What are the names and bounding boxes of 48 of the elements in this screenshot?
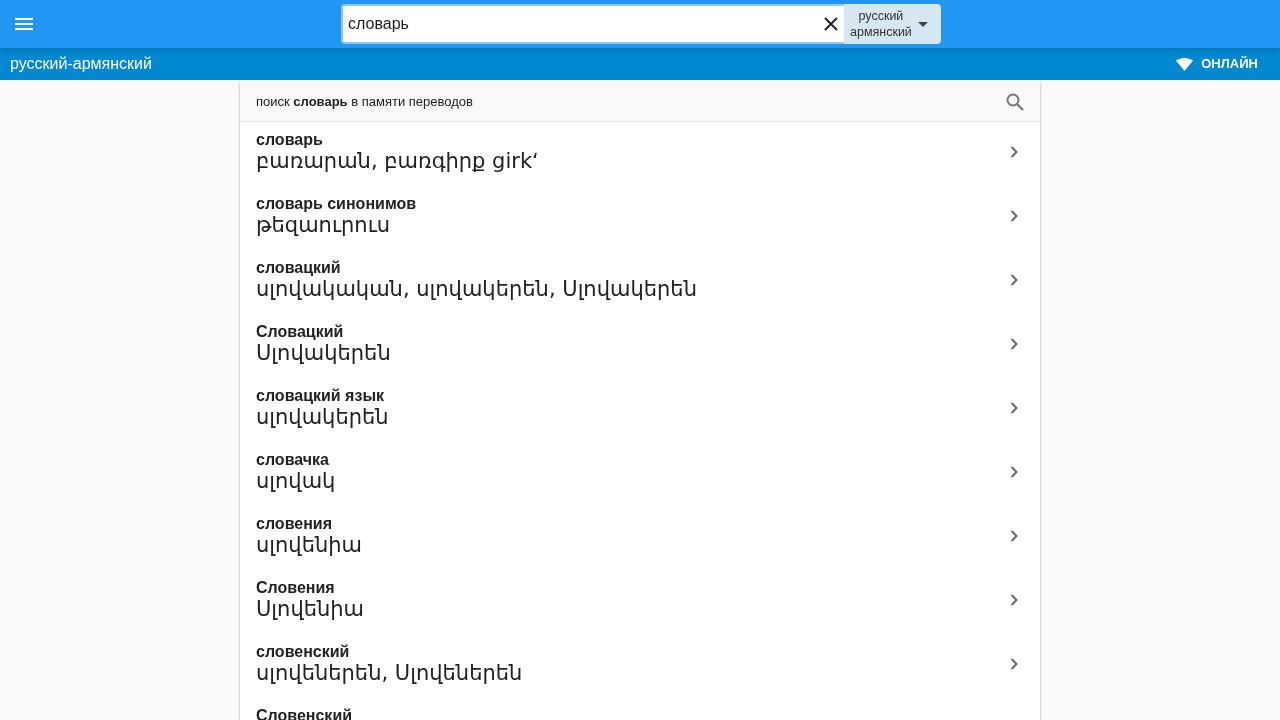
chevron-right-icon <box>1010 338 1018 350</box>
result-translation: սլովակ <box>256 468 336 494</box>
result-item[interactable]: словарь синонимов թեզաուրուս <box>240 186 1040 250</box>
chevron-right-icon <box>1010 466 1018 478</box>
result-item[interactable]: словацкий սլովակական, սլովակերեն, Սլովակերեն <box>240 250 1040 314</box>
search-field[interactable]: словарь <box>341 4 844 44</box>
caret-icon <box>917 21 928 27</box>
result-term: Словения <box>256 579 336 596</box>
result-translation: սլովեներեն, Սլովեներեն <box>256 660 523 686</box>
chevron-right-icon <box>1010 530 1018 542</box>
chevron-right-icon <box>1010 594 1018 606</box>
memory-search-text: поиск словарь в памяти переводов <box>256 92 473 111</box>
result-item[interactable]: словачка սլովակ <box>240 442 1040 506</box>
result-term: словарь синонимов <box>256 195 417 212</box>
result-translation: Սլովենիա <box>256 596 365 622</box>
result-item[interactable]: словения սլովենիա <box>240 506 1040 570</box>
result-term: Словацкий <box>256 323 345 340</box>
result-term: словачка <box>256 451 330 468</box>
chevron-right-icon <box>1010 210 1018 222</box>
chevron-right-icon <box>1010 658 1018 670</box>
result-translation: բառարան, բառգիրք girkʻ <box>256 148 539 174</box>
result-translation: սլովենիա <box>256 532 362 558</box>
memory-search-row[interactable]: поиск словарь в памяти переводов <box>240 82 1040 122</box>
wifi-icon <box>1176 57 1194 71</box>
result-item[interactable]: Словацкий Սլովակերեն <box>240 314 1040 378</box>
search-icon <box>1006 92 1024 111</box>
result-translation: սլովակական, սլովակերեն, Սլովակերեն <box>256 276 697 302</box>
online-status: ОНЛАЙН <box>1201 55 1258 74</box>
result-term: словацкий <box>256 259 342 276</box>
language-selector[interactable]: русский армянский <box>844 4 941 44</box>
chevron-right-icon <box>1010 402 1018 414</box>
result-item[interactable]: словарь բառարան, բառգիրք girkʻ <box>240 122 1040 186</box>
menu-icon <box>15 18 33 30</box>
close-icon[interactable] <box>824 17 838 31</box>
result-term: словения <box>256 515 333 532</box>
result-term: словенский <box>256 643 351 660</box>
result-term: словарь <box>256 131 324 148</box>
result-item[interactable]: Словения Սլովենիա <box>240 570 1040 634</box>
chevron-right-icon <box>1010 146 1018 158</box>
result-translation: Սլովակերեն <box>256 340 391 366</box>
result-item[interactable]: словацкий язык սլովակերեն <box>240 378 1040 442</box>
result-item[interactable]: словенский սլովեներեն, Սլովեներեն <box>240 634 1040 698</box>
result-translation: թեզաուրուս <box>256 212 392 238</box>
dictionary-title: русский-армянский <box>10 54 152 74</box>
chevron-right-icon <box>1010 274 1018 286</box>
result-term: словацкий язык <box>256 387 386 404</box>
search-input[interactable]: словарь <box>343 12 824 36</box>
result-translation: սլովակերեն <box>256 404 389 430</box>
